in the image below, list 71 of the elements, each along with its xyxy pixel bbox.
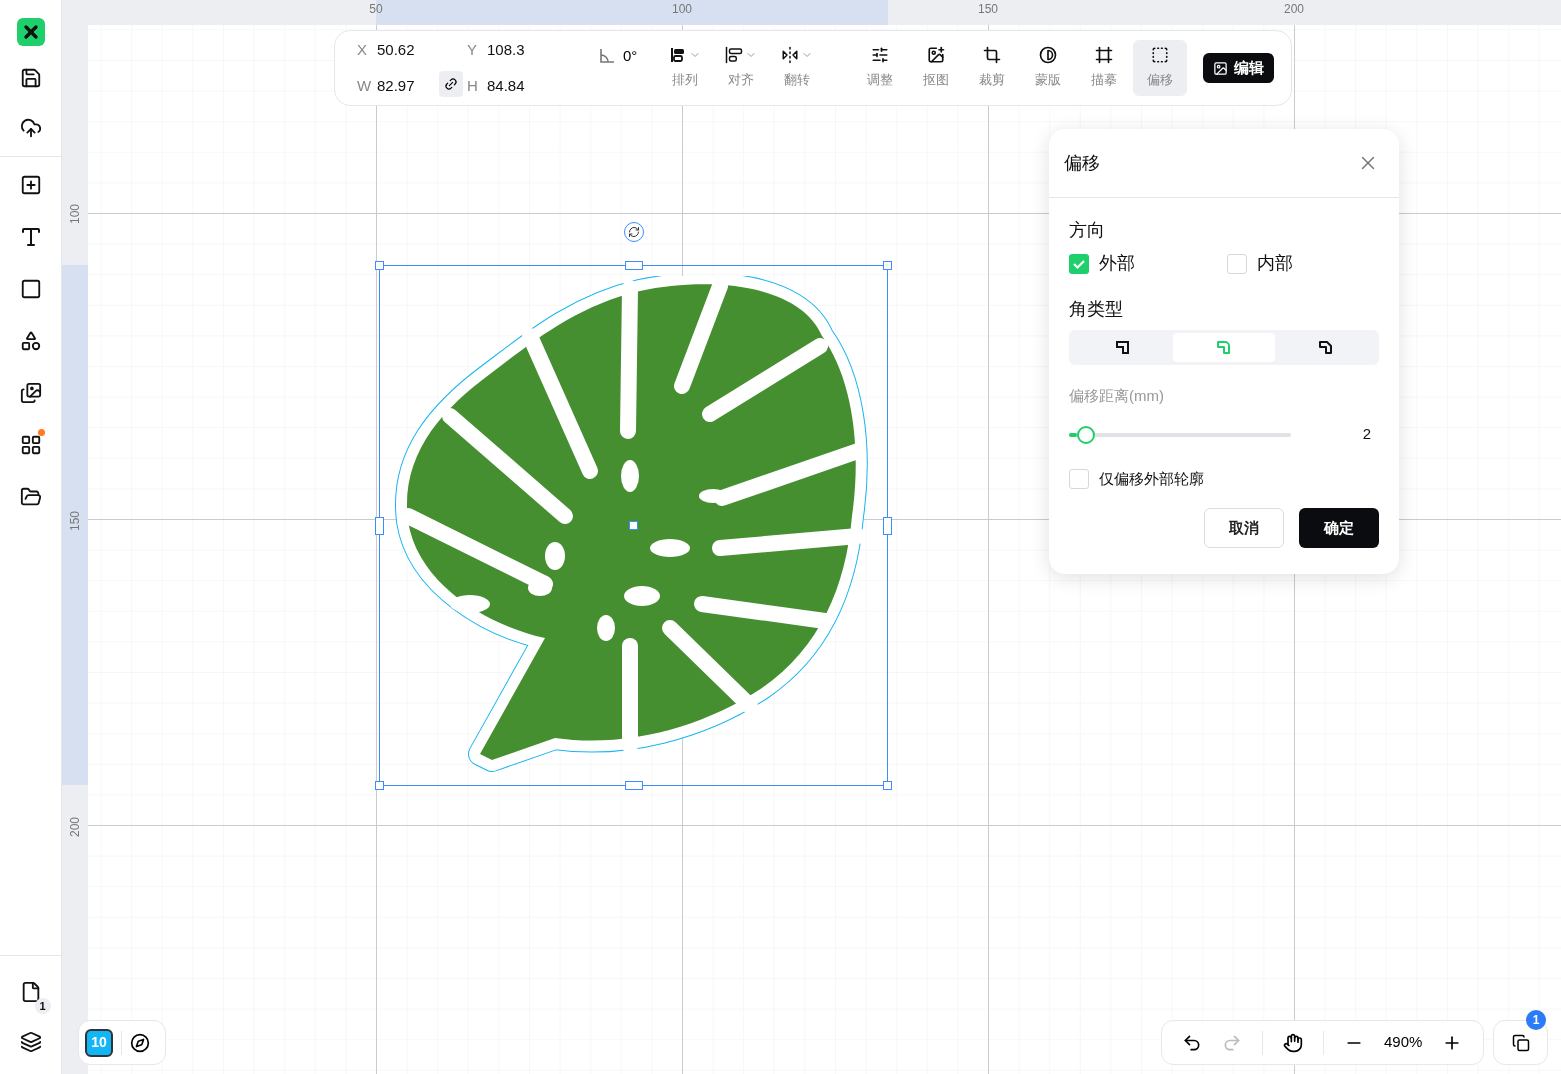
cancel-button[interactable]: 取消	[1204, 508, 1284, 548]
slider-label: 偏移距离(mm)	[1069, 386, 1165, 406]
option-label: 外部	[1099, 252, 1135, 275]
toolbar-tool[interactable]: 偏移	[1133, 40, 1188, 96]
resize-handle[interactable]	[625, 261, 643, 270]
ruler-label: 200	[67, 816, 83, 839]
sliders-icon	[871, 46, 890, 65]
confirm-button[interactable]: 确定	[1299, 508, 1379, 548]
resize-handle[interactable]	[625, 781, 643, 790]
option-label: 内部	[1257, 252, 1293, 275]
flip-icon	[781, 46, 800, 65]
ruler-label: 50	[369, 1, 383, 18]
section-label: 角类型	[1069, 298, 1124, 321]
apps-icon	[19, 434, 42, 456]
toolbar-tool[interactable]: 抠图	[909, 40, 964, 96]
field-label: Y	[467, 39, 478, 60]
resize-handle[interactable]	[375, 517, 384, 535]
resize-handle[interactable]	[375, 261, 384, 270]
image-icon	[1213, 60, 1229, 76]
checkbox[interactable]	[1227, 253, 1247, 274]
angle-icon	[599, 48, 615, 65]
field-value[interactable]: 108.3	[487, 38, 525, 61]
checkbox[interactable]	[1069, 253, 1089, 274]
resize-handle[interactable]	[883, 517, 892, 535]
field-value[interactable]: 50.62	[377, 38, 415, 61]
crop-icon	[983, 46, 1002, 65]
toolbar-menu[interactable]: 对齐	[717, 46, 766, 90]
ruler-label: 200	[1284, 1, 1304, 18]
resize-handle[interactable]	[883, 781, 892, 790]
ruler-label: 100	[67, 203, 83, 226]
slider-thumb[interactable]	[1077, 425, 1096, 444]
toolbar-tool[interactable]: 裁剪	[965, 40, 1020, 96]
ruler-label: 100	[672, 1, 692, 18]
copy-icon	[1511, 1033, 1530, 1052]
toolbar-tool[interactable]: 调整	[853, 40, 908, 96]
field-label: X	[357, 39, 368, 60]
compass-icon[interactable]	[130, 1032, 150, 1053]
resize-handle[interactable]	[883, 261, 892, 270]
checkbox[interactable]	[1069, 468, 1089, 489]
round-corner-icon	[1215, 339, 1233, 356]
image-edit-icon	[927, 46, 946, 65]
resize-handle[interactable]	[629, 521, 638, 530]
rotation-value[interactable]: 0°	[623, 45, 638, 68]
edit-button[interactable]: 编辑	[1203, 53, 1275, 83]
field-value[interactable]: 82.97	[377, 75, 415, 98]
ruler-label: 150	[978, 1, 998, 18]
half-circle-icon	[1039, 46, 1058, 65]
dashed-square-icon	[1151, 46, 1170, 65]
align-left-icon	[725, 46, 744, 65]
field-label: W	[357, 76, 369, 96]
link-icon[interactable]	[439, 71, 463, 97]
zoom-level: 490%	[1384, 1032, 1423, 1053]
app-logo-icon	[16, 18, 45, 46]
field-value[interactable]: 84.84	[487, 75, 525, 98]
ruler-label: 150	[67, 510, 83, 533]
toolbar-tool[interactable]: 蒙版	[1021, 40, 1076, 96]
hand-icon[interactable]	[1283, 1032, 1303, 1053]
field-label: H	[467, 76, 479, 96]
grid-size-badge[interactable]: 10	[85, 1028, 113, 1057]
resize-handle[interactable]	[375, 781, 384, 790]
undo-icon[interactable]	[1182, 1032, 1202, 1053]
panel-title: 偏移	[1064, 151, 1100, 175]
option-label: 仅偏移外部轮廓	[1099, 468, 1204, 489]
toolbar-menu[interactable]: 排列	[661, 46, 710, 90]
section-label: 方向	[1069, 219, 1106, 242]
toolbar-menu[interactable]: 翻转	[773, 46, 822, 90]
sharp-corner-icon	[1114, 339, 1132, 356]
page-count-badge: 1	[34, 998, 51, 1014]
bevel-corner-icon	[1316, 339, 1334, 356]
toolbar-tool[interactable]: 描摹	[1077, 40, 1132, 96]
slider-value: 2	[1362, 424, 1371, 445]
